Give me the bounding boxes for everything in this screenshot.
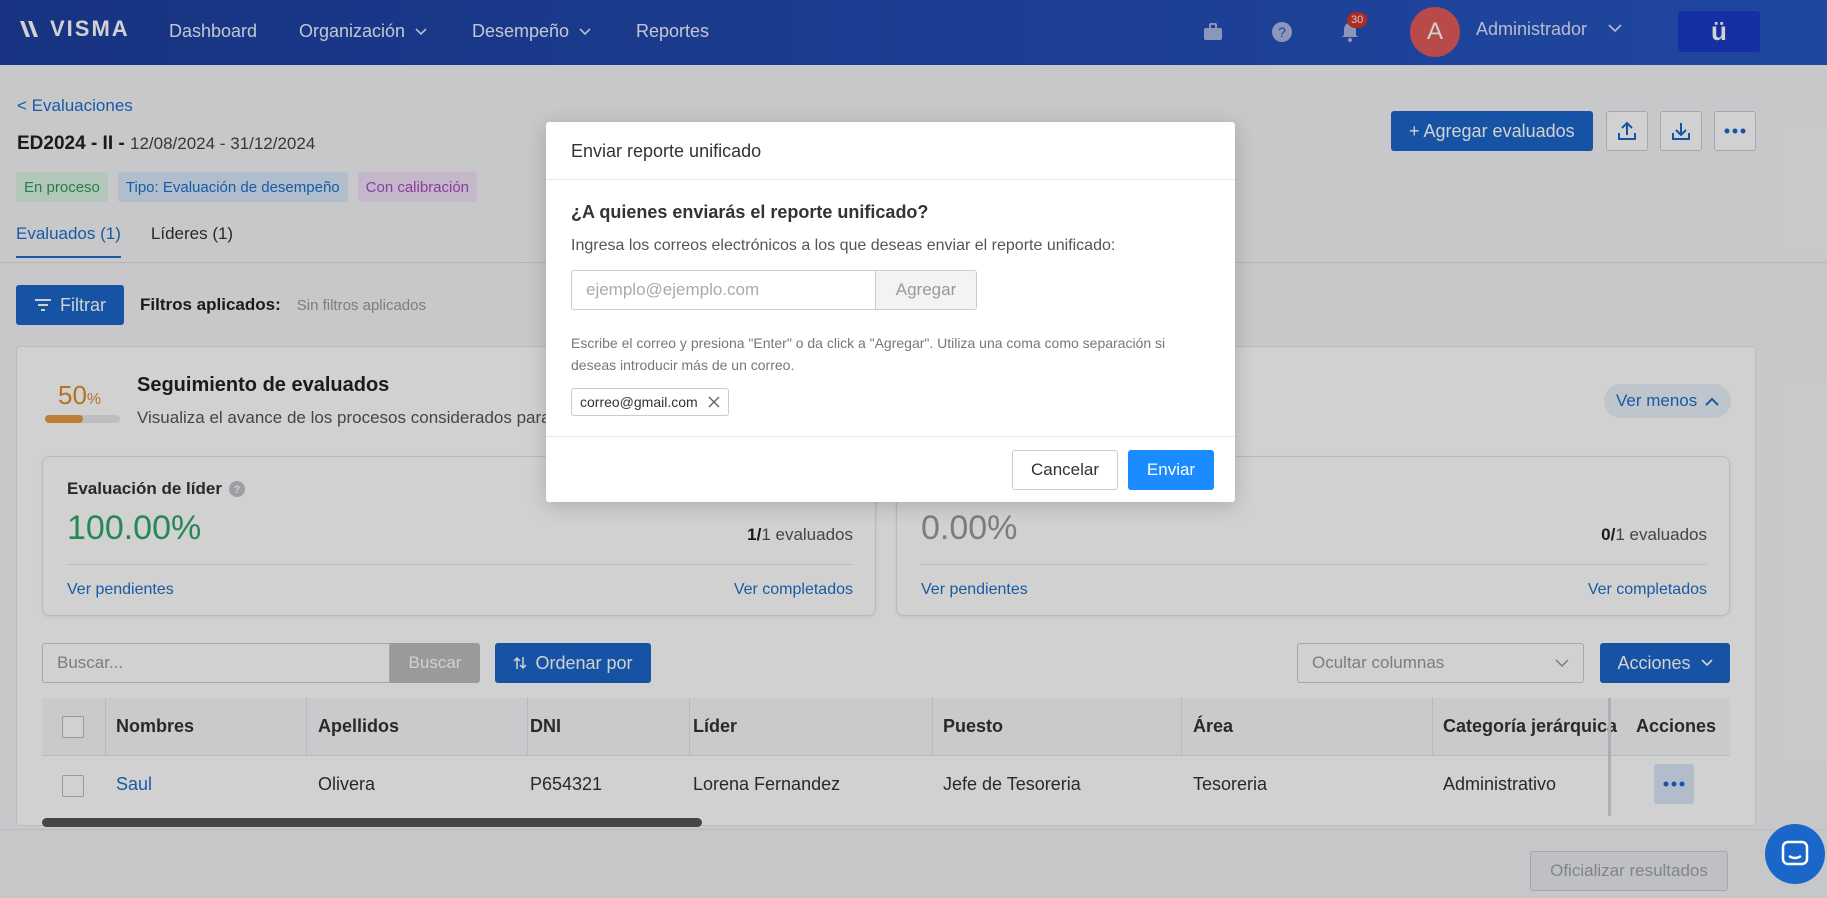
modal-header: Enviar reporte unificado	[546, 122, 1235, 180]
modal-title: Enviar reporte unificado	[571, 141, 762, 161]
modal-description: Ingresa los correos electrónicos a los q…	[571, 237, 1116, 254]
chat-button[interactable]	[1765, 824, 1825, 884]
add-email-button[interactable]: Agregar	[875, 270, 977, 310]
chat-icon	[1781, 840, 1809, 866]
send-button[interactable]: Enviar	[1128, 450, 1214, 490]
email-chip: correo@gmail.com	[571, 388, 729, 416]
send-report-modal: Enviar reporte unificado ¿A quienes envi…	[546, 122, 1235, 502]
modal-help-text: Escribe el correo y presiona "Enter" o d…	[571, 335, 1166, 373]
email-field[interactable]: ejemplo@ejemplo.com	[571, 270, 876, 310]
close-icon[interactable]	[708, 396, 720, 408]
cancel-button[interactable]: Cancelar	[1012, 450, 1118, 490]
modal-question: ¿A quienes enviarás el reporte unificado…	[571, 202, 929, 222]
email-chip-label: correo@gmail.com	[580, 394, 698, 410]
